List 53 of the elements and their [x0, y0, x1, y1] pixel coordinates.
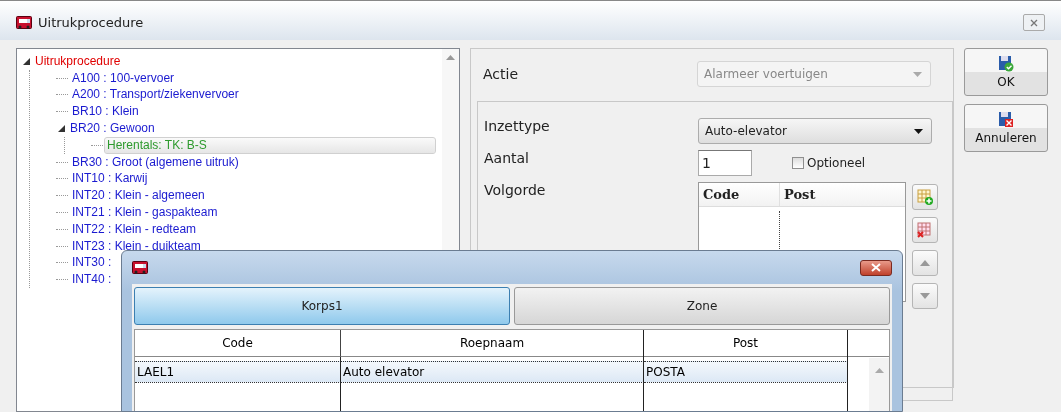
down-arrow-icon [920, 293, 930, 299]
scroll-up-icon[interactable] [446, 55, 455, 60]
tab[interactable]: Korps1 [134, 287, 510, 325]
add-row-button[interactable] [912, 184, 938, 210]
scroll-up-icon[interactable] [874, 368, 884, 373]
table-cell: LAEL1 [135, 361, 341, 383]
delete-row-button[interactable] [912, 217, 938, 243]
tree-item[interactable]: INT10 : Karwij [70, 171, 150, 187]
column-header: Post [779, 183, 905, 206]
tree-item[interactable]: INT22 : Klein - redteam [70, 221, 199, 237]
tree-item[interactable]: BR30 : Groot (algemene uitruk) [70, 154, 241, 170]
close-icon [1030, 18, 1038, 27]
checkbox-label[interactable]: Optioneel [807, 156, 866, 170]
tree-item[interactable]: INT23 : Klein - duikteam [70, 238, 203, 254]
add-row-icon [917, 189, 933, 205]
tree-item[interactable]: INT20 : Klein - algemeen [70, 188, 207, 204]
close-button[interactable] [860, 259, 892, 276]
save-cross-icon [998, 111, 1014, 128]
tree-item[interactable]: INT40 : [70, 272, 114, 288]
tree-item[interactable]: INT21 : Klein - gaspakteam [70, 205, 220, 221]
column-header: Code [135, 330, 341, 357]
field-label: Actie [483, 66, 520, 82]
field-label: Inzettype [484, 118, 551, 136]
cancel-button[interactable]: Annuleren [964, 104, 1048, 152]
truck-icon [16, 15, 32, 30]
column-header: Code [702, 186, 741, 204]
tree-item[interactable]: BR20 : Gewoon [68, 121, 157, 137]
close-icon [871, 263, 881, 272]
dropdown-arrow-icon [913, 71, 922, 77]
field-label: Aantal [484, 150, 530, 168]
truck-icon [132, 260, 148, 275]
tree-item[interactable]: INT30 : [70, 255, 114, 271]
expander-icon[interactable] [22, 57, 30, 65]
checkbox[interactable] [792, 157, 804, 169]
quantity-field[interactable]: 1 [698, 150, 752, 176]
save-check-icon [998, 55, 1014, 72]
delete-row-icon [917, 222, 933, 238]
tree-item[interactable]: Uitrukprocedure [33, 53, 123, 69]
move-down-button[interactable] [912, 283, 938, 309]
type-dropdown[interactable]: Auto-elevator [698, 118, 932, 144]
table-row[interactable]: LAEL1 Auto elevator POSTA [135, 361, 868, 383]
table-cell: Auto elevator [341, 361, 644, 383]
tree-item[interactable]: A100 : 100-vervoer [70, 70, 177, 86]
tree-item[interactable]: BR10 : Klein [70, 104, 141, 120]
tab[interactable]: Zone [514, 287, 890, 325]
expander-icon[interactable] [57, 125, 65, 133]
move-up-button[interactable] [912, 250, 938, 276]
table-cell: POSTA [644, 361, 848, 383]
dropdown-arrow-icon [914, 128, 923, 134]
up-arrow-icon [920, 260, 930, 266]
tree-item[interactable]: A200 : Transport/ziekenvervoer [70, 87, 241, 103]
window-title: Uitrukprocedure [38, 15, 145, 30]
ok-button[interactable]: OK [964, 48, 1048, 96]
